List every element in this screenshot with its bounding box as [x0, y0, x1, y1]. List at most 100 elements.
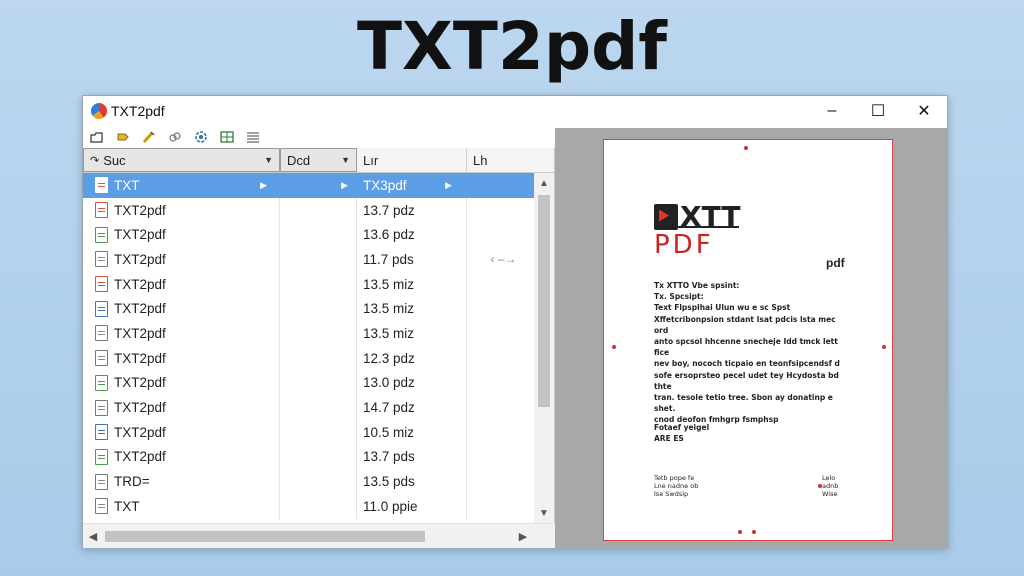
file-extra-cell — [467, 173, 534, 198]
pdf-logo-top: XTT — [680, 200, 741, 233]
horizontal-scrollbar[interactable]: ◀ ▶ — [83, 523, 555, 548]
file-name: TXT — [114, 177, 140, 193]
pdf-body-line: Tx. Spcsipt: — [654, 292, 704, 302]
file-name-cell: TXT2pdf — [83, 222, 280, 248]
file-extra-cell — [467, 395, 534, 420]
pdf-logo-bottom: PDF — [654, 230, 714, 260]
vertical-scrollbar[interactable]: ▲ ▼ — [534, 173, 554, 523]
column-header-extra[interactable]: Lh — [467, 148, 534, 172]
play-icon[interactable]: ▶ — [260, 180, 267, 191]
page-marker — [882, 345, 886, 349]
play-icon[interactable]: ▶ — [445, 180, 452, 191]
file-size: 13.5 miz — [363, 301, 415, 317]
file-name: TXT2pdf — [114, 375, 166, 391]
file-type-cell — [280, 469, 357, 494]
pdf-body-line: Text Flpsplhai Ulun wu e sc Spst — [654, 303, 791, 313]
file-size: 10.5 miz — [363, 424, 415, 440]
file-icon — [95, 276, 108, 293]
play-icon[interactable]: ▶ — [341, 180, 348, 191]
list-icon[interactable] — [245, 130, 261, 144]
file-size: 14.7 pdz — [363, 400, 415, 416]
pdf-logo-divider — [654, 226, 739, 228]
file-name-cell: TXT2pdf — [83, 444, 280, 470]
table-row[interactable]: TRD= 13.5 pds — [83, 469, 534, 494]
table-row[interactable]: TXT2pdf 11.7 pds ‹ –→ — [83, 247, 534, 272]
file-extra-cell — [467, 445, 534, 470]
file-size: 13.0 pdz — [363, 375, 415, 391]
file-size-cell: 13.7 pds — [357, 444, 467, 470]
maximize-button[interactable]: ☐ — [855, 96, 901, 126]
link-icon[interactable] — [167, 130, 183, 144]
page-marker — [612, 345, 616, 349]
column-header-type[interactable]: Dcd ▼ — [280, 148, 357, 172]
file-extra-cell — [467, 321, 534, 346]
open-icon[interactable] — [89, 130, 105, 144]
file-size: 13.7 pds — [363, 449, 415, 465]
table-row[interactable]: TXT2pdf 13.0 pdz — [83, 370, 534, 396]
column-header-label: Lh — [473, 152, 488, 168]
file-type-cell: ▶ — [280, 173, 357, 198]
file-type-cell — [280, 345, 357, 371]
file-name-cell: TXT2pdf — [83, 321, 280, 346]
file-size-cell: 13.6 pdz — [357, 222, 467, 248]
scroll-left-icon[interactable]: ◀ — [83, 524, 103, 549]
file-icon — [95, 325, 108, 342]
table-row[interactable]: TXT ▶ ▶ TX3pdf ▶ — [83, 173, 534, 198]
table-row[interactable]: TXT2pdf 13.6 pdz — [83, 222, 534, 248]
grid-icon[interactable] — [219, 130, 235, 144]
scroll-up-icon[interactable]: ▲ — [534, 173, 554, 193]
preview-pane: XTT PDF pdf Tx XTTO Vbe spsint: Tx. Spcs… — [555, 128, 947, 548]
table-row[interactable]: TXT2pdf 12.3 pdz — [83, 345, 534, 371]
table-row[interactable]: TXT 11.0 ppie — [83, 493, 534, 519]
table-row[interactable]: TXT2pdf 13.5 miz — [83, 271, 534, 297]
file-name-cell: TXT2pdf — [83, 419, 280, 445]
chevron-down-icon: ▼ — [341, 155, 350, 165]
pdf-body-line: tran. tesole tetio tree. Sbon ay donatin… — [654, 393, 833, 414]
file-icon — [95, 226, 108, 243]
pdf-footer-line: lse Swdsip — [654, 490, 689, 498]
scroll-thumb-horizontal[interactable] — [105, 531, 425, 542]
file-name-cell: TXT2pdf — [83, 345, 280, 371]
file-name: TXT2pdf — [114, 350, 166, 366]
file-name-cell: TXT ▶ — [83, 173, 280, 198]
scroll-thumb[interactable] — [538, 195, 550, 407]
tag-icon[interactable] — [115, 130, 131, 144]
file-size-cell: 11.7 pds — [357, 247, 467, 272]
table-row[interactable]: TXT2pdf 13.7 pdz — [83, 197, 534, 223]
column-header-size[interactable]: Lır — [357, 148, 467, 172]
resize-handle-icon[interactable]: ‹ –→ — [490, 252, 516, 266]
app-logo-icon — [91, 103, 107, 119]
table-row[interactable]: TXT2pdf 13.5 miz — [83, 321, 534, 346]
table-row[interactable]: TXT2pdf 13.7 pds — [83, 444, 534, 470]
table-row[interactable]: TXT2pdf 13.5 miz — [83, 296, 534, 322]
close-button[interactable]: ✕ — [901, 96, 947, 126]
hero-title: TXT2pdf — [356, 8, 668, 85]
minimize-button[interactable]: – — [809, 96, 855, 126]
file-extra-cell: ‹ –→ — [467, 247, 534, 272]
file-name: TXT2pdf — [114, 227, 166, 243]
file-type-cell — [280, 296, 357, 322]
file-name: TXT2pdf — [114, 202, 166, 218]
file-type-cell — [280, 419, 357, 445]
file-name: TXT2pdf — [114, 276, 166, 292]
column-header-name[interactable]: ↷ Suc ▼ — [83, 148, 280, 172]
file-size: 13.5 pds — [363, 474, 415, 490]
file-name-cell: TXT2pdf — [83, 370, 280, 396]
scroll-down-icon[interactable]: ▼ — [534, 503, 554, 523]
settings-icon[interactable] — [193, 130, 209, 144]
file-extra-cell — [467, 420, 534, 445]
page-marker — [744, 146, 748, 150]
file-type-cell — [280, 247, 357, 272]
highlight-icon[interactable] — [141, 130, 157, 144]
file-name: TXT — [114, 498, 140, 514]
file-extra-cell — [467, 198, 534, 223]
pdf-body-line: anto spcsol hhcenne snecheje Idd tmck le… — [654, 337, 838, 358]
file-type-cell — [280, 197, 357, 223]
file-size-cell: 13.5 miz — [357, 271, 467, 297]
file-extra-cell — [467, 346, 534, 371]
table-row[interactable]: TXT2pdf 14.7 pdz — [83, 395, 534, 420]
page-marker — [752, 530, 756, 534]
pdf-signature: Fotaef yeigel ARE ES — [654, 422, 844, 444]
table-row[interactable]: TXT2pdf 10.5 miz — [83, 419, 534, 445]
scroll-right-icon[interactable]: ▶ — [513, 524, 533, 549]
